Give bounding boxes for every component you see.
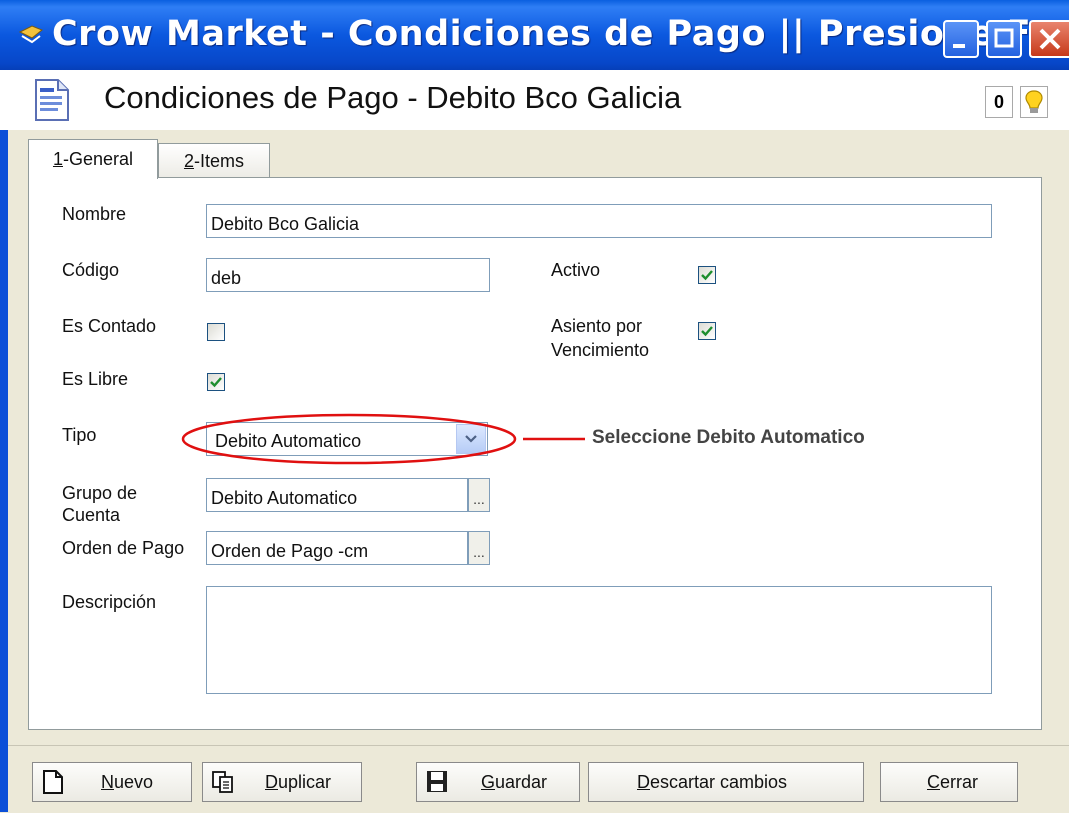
maximize-button[interactable] [986,20,1022,58]
tab-items-label: -Items [194,150,245,171]
checkmark-icon [210,377,222,388]
grupo-label-line1: Grupo de [62,483,138,503]
guardar-button[interactable]: Guardar [416,762,580,802]
grupo-field[interactable] [206,478,468,512]
es-contado-label: Es Contado [62,316,157,336]
orden-field[interactable] [206,531,468,565]
orden-label: Orden de Pago [62,538,185,558]
minimize-button[interactable] [943,20,979,58]
checkmark-icon [701,270,713,281]
title-bar[interactable]: Crow Market - Condiciones de Pago || Pre… [0,0,1069,70]
activo-checkbox[interactable] [698,266,716,284]
codigo-field[interactable] [206,258,490,292]
document-icon [35,79,69,121]
page-title: Condiciones de Pago - Debito Bco Galicia [104,80,682,115]
attach-button[interactable]: 0 [985,86,1013,118]
nuevo-label: Nuevo [101,772,154,792]
grupo-lookup-button[interactable]: ... [468,478,490,512]
es-contado-checkbox[interactable] [207,323,225,341]
tipo-label: Tipo [62,425,97,445]
lightbulb-icon [1025,90,1043,113]
codigo-label: Código [62,260,120,280]
minimize-icon [953,44,965,48]
checkmark-icon [701,326,713,337]
duplicar-label: Duplicar [265,772,332,792]
save-icon [427,771,447,792]
descartar-button[interactable]: Descartar cambios [588,762,864,802]
descartar-label: Descartar cambios [637,772,788,792]
tab-general[interactable]: 1 -General [28,139,158,179]
descripcion-label: Descripción [62,592,157,612]
annotation-text: Seleccione Debito Automatico [592,427,865,448]
duplicar-button[interactable]: Duplicar [202,762,362,802]
guardar-label: Guardar [481,772,548,792]
es-libre-checkbox[interactable] [207,373,225,391]
grupo-label-line2: Cuenta [62,505,121,525]
tab-items-key: 2 [183,150,194,171]
es-libre-label: Es Libre [62,369,129,389]
tab-general-key: 1 [52,149,63,169]
cerrar-label: Cerrar [927,772,979,792]
maximize-icon [994,28,1014,48]
app-icon [18,25,43,44]
tab-general-label: -General [62,149,134,169]
window-frame [0,70,8,812]
copy-icon [212,771,233,793]
paperclip-icon: 0 [993,91,1004,112]
nombre-label: Nombre [62,204,127,224]
descripcion-field[interactable] [206,586,992,694]
close-icon [1039,28,1061,50]
nombre-field[interactable] [206,204,992,238]
window-title: Crow Market - Condiciones de Pago || Pre… [52,14,1068,54]
asiento-label-line1: Asiento por [551,316,643,336]
new-document-icon [43,770,63,794]
close-button[interactable] [1029,20,1069,58]
highlight-annotation [181,413,585,465]
asiento-checkbox[interactable] [698,322,716,340]
tab-items[interactable]: 2 -Items [158,143,270,178]
activo-label: Activo [551,260,601,280]
form-header: Condiciones de Pago - Debito Bco Galicia… [0,70,1069,130]
orden-lookup-button[interactable]: ... [468,531,490,565]
cerrar-button[interactable]: Cerrar [880,762,1018,802]
tip-button[interactable] [1020,86,1048,118]
asiento-label-line2: Vencimiento [551,340,650,360]
nuevo-button[interactable]: Nuevo [32,762,192,802]
